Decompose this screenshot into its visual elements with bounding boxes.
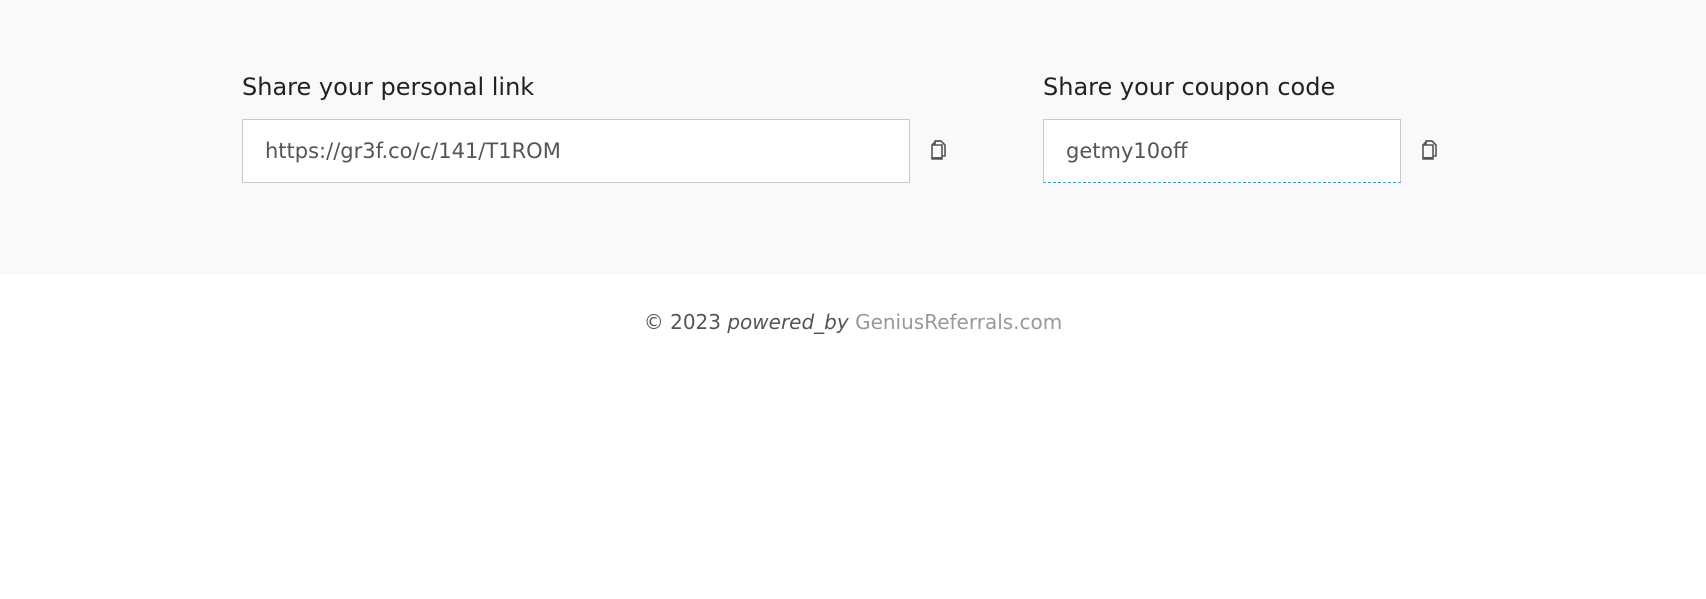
share-section: Share your personal link Share your coup… bbox=[0, 0, 1706, 275]
copy-coupon-button[interactable] bbox=[1419, 138, 1441, 164]
copy-link-button[interactable] bbox=[928, 138, 950, 164]
copy-icon bbox=[931, 140, 946, 160]
brand-link[interactable]: GeniusReferrals.com bbox=[855, 310, 1062, 334]
copyright-text: © 2023 bbox=[643, 310, 721, 334]
coupon-code-heading: Share your coupon code bbox=[1043, 73, 1336, 101]
powered-by-text: powered_by bbox=[727, 310, 849, 334]
coupon-code-row bbox=[1043, 119, 1437, 185]
personal-link-heading: Share your personal link bbox=[242, 73, 535, 101]
coupon-code-input[interactable] bbox=[1043, 119, 1401, 183]
personal-link-row bbox=[242, 119, 946, 185]
copy-icon bbox=[1422, 140, 1437, 160]
personal-link-block: Share your personal link bbox=[242, 70, 946, 185]
coupon-code-block: Share your coupon code bbox=[1043, 70, 1437, 185]
footer: © 2023 powered_by GeniusReferrals.com bbox=[0, 310, 1706, 334]
personal-link-input[interactable] bbox=[242, 119, 910, 183]
